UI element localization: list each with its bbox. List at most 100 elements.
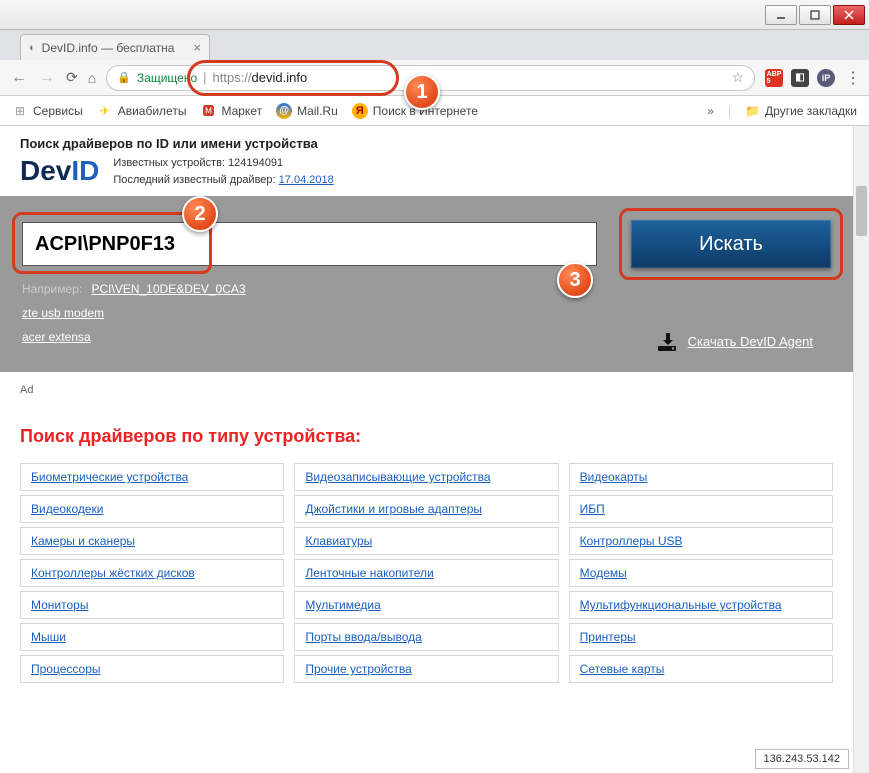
category-link[interactable]: ИБП	[580, 502, 605, 516]
close-button[interactable]	[833, 5, 865, 25]
category-cell: Прочие устройства	[294, 655, 558, 683]
category-cell: Контроллеры жёстких дисков	[20, 559, 284, 587]
category-link[interactable]: Ленточные накопители	[305, 566, 433, 580]
category-link[interactable]: Камеры и сканеры	[31, 534, 135, 548]
browser-tab[interactable]: ◐ DevID.info — бесплатна ×	[20, 34, 210, 60]
page-viewport: Поиск драйверов по ID или имени устройст…	[0, 126, 869, 773]
download-agent-link[interactable]: Скачать DevID Agent	[688, 334, 813, 349]
category-cell: Ленточные накопители	[294, 559, 558, 587]
header-subtitle: Поиск драйверов по ID или имени устройст…	[20, 136, 833, 151]
example-label: Например:	[22, 282, 82, 296]
category-link[interactable]: Принтеры	[580, 630, 636, 644]
window-titlebar	[0, 0, 869, 30]
category-cell: Мониторы	[20, 591, 284, 619]
categories-grid: Биометрические устройства Видеозаписывающ…	[0, 463, 853, 707]
globe-icon: ◐	[29, 42, 36, 54]
home-button[interactable]: ⌂	[88, 70, 96, 86]
mail-icon: @	[276, 103, 292, 119]
category-cell: Модемы	[569, 559, 833, 587]
category-link[interactable]: Процессоры	[31, 662, 101, 676]
bookmark-label: Mail.Ru	[297, 104, 338, 118]
category-link[interactable]: Порты ввода/вывода	[305, 630, 422, 644]
example-link[interactable]: PCI\VEN_10DE&DEV_0CA3	[92, 282, 246, 296]
category-cell: Мультимедиа	[294, 591, 558, 619]
category-link[interactable]: Контроллеры жёстких дисков	[31, 566, 195, 580]
reload-button[interactable]: ⟳	[66, 69, 78, 86]
apps-icon: ⊞	[12, 103, 28, 119]
maximize-button[interactable]	[799, 5, 831, 25]
callout-marker-3: 3	[557, 262, 593, 298]
category-cell: Контроллеры USB	[569, 527, 833, 555]
url-text: https://devid.info	[213, 70, 308, 85]
vertical-scrollbar[interactable]	[853, 126, 869, 773]
category-cell: Процессоры	[20, 655, 284, 683]
site-meta: Известных устройств: 124194091 Последний…	[113, 155, 333, 188]
category-cell: Принтеры	[569, 623, 833, 651]
market-bookmark[interactable]: 🅼 Маркет	[200, 103, 262, 119]
category-link[interactable]: Контроллеры USB	[580, 534, 683, 548]
category-link[interactable]: Джойстики и игровые адаптеры	[305, 502, 482, 516]
category-link[interactable]: Биометрические устройства	[31, 470, 188, 484]
secure-label: Защищено	[137, 71, 197, 85]
search-button[interactable]: Искать	[631, 220, 831, 268]
other-bookmarks[interactable]: 📁 Другие закладки	[745, 104, 857, 118]
category-link[interactable]: Видеокодеки	[31, 502, 103, 516]
device-id-input[interactable]	[22, 222, 597, 266]
back-button[interactable]: ←	[10, 69, 28, 87]
extension-icon[interactable]: ◧	[791, 69, 809, 87]
category-cell: Биометрические устройства	[20, 463, 284, 491]
browser-tab-strip: ◐ DevID.info — бесплатна ×	[0, 30, 869, 60]
category-cell: ИБП	[569, 495, 833, 523]
categories-title: Поиск драйверов по типу устройства:	[0, 396, 853, 463]
forward-button[interactable]: →	[38, 69, 56, 87]
category-link[interactable]: Прочие устройства	[305, 662, 412, 676]
bookmark-label: Авиабилеты	[118, 104, 187, 118]
category-link[interactable]: Мультимедиа	[305, 598, 380, 612]
folder-icon: 📁	[745, 104, 760, 118]
bookmark-star-icon[interactable]: ☆	[731, 69, 744, 86]
category-link[interactable]: Клавиатуры	[305, 534, 372, 548]
category-link[interactable]: Сетевые карты	[580, 662, 665, 676]
minimize-button[interactable]	[765, 5, 797, 25]
download-agent: Скачать DevID Agent	[656, 332, 813, 350]
abp-extension-icon[interactable]: ABP5	[765, 69, 783, 87]
site-logo[interactable]: DevID	[20, 155, 99, 187]
tab-close-icon[interactable]: ×	[193, 40, 201, 55]
category-link[interactable]: Модемы	[580, 566, 627, 580]
category-link[interactable]: Мыши	[31, 630, 66, 644]
category-cell: Видеокодеки	[20, 495, 284, 523]
category-link[interactable]: Мониторы	[31, 598, 88, 612]
ad-label: Ad	[0, 372, 853, 396]
chrome-menu-icon[interactable]: ⋮	[845, 68, 859, 88]
bookmark-overflow-icon[interactable]: »	[707, 104, 714, 118]
example-link[interactable]: zte usb modem	[22, 306, 104, 320]
plane-icon: ✈	[97, 103, 113, 119]
category-cell: Мыши	[20, 623, 284, 651]
ip-status-badge: 136.243.53.142	[755, 749, 849, 769]
callout-marker-1: 1	[404, 74, 440, 110]
scrollbar-thumb[interactable]	[856, 186, 867, 236]
bookmark-label: Сервисы	[33, 104, 83, 118]
category-cell: Видеозаписывающие устройства	[294, 463, 558, 491]
bookmark-label: Маркет	[221, 104, 262, 118]
avia-bookmark[interactable]: ✈ Авиабилеты	[97, 103, 187, 119]
market-icon: 🅼	[200, 103, 216, 119]
last-driver-link[interactable]: 17.04.2018	[279, 174, 334, 186]
category-cell: Порты ввода/вывода	[294, 623, 558, 651]
category-link[interactable]: Видеозаписывающие устройства	[305, 470, 490, 484]
category-cell: Камеры и сканеры	[20, 527, 284, 555]
tab-title: DevID.info — бесплатна	[42, 41, 175, 55]
category-cell: Джойстики и игровые адаптеры	[294, 495, 558, 523]
category-cell: Видеокарты	[569, 463, 833, 491]
example-link[interactable]: acer extensa	[22, 330, 91, 344]
search-panel: Искать 2 3 Например: PCI\VEN_10DE&DEV_0C…	[0, 196, 853, 372]
ip-extension-icon[interactable]: iP	[817, 69, 835, 87]
apps-bookmark[interactable]: ⊞ Сервисы	[12, 103, 83, 119]
mail-bookmark[interactable]: @ Mail.Ru	[276, 103, 338, 119]
category-link[interactable]: Видеокарты	[580, 470, 648, 484]
category-link[interactable]: Мультифункциональные устройства	[580, 598, 782, 612]
bookmark-label: Другие закладки	[765, 104, 857, 118]
category-cell: Мультифункциональные устройства	[569, 591, 833, 619]
site-header: Поиск драйверов по ID или имени устройст…	[0, 126, 853, 196]
extensions-area: ABP5 ◧ iP	[765, 69, 835, 87]
